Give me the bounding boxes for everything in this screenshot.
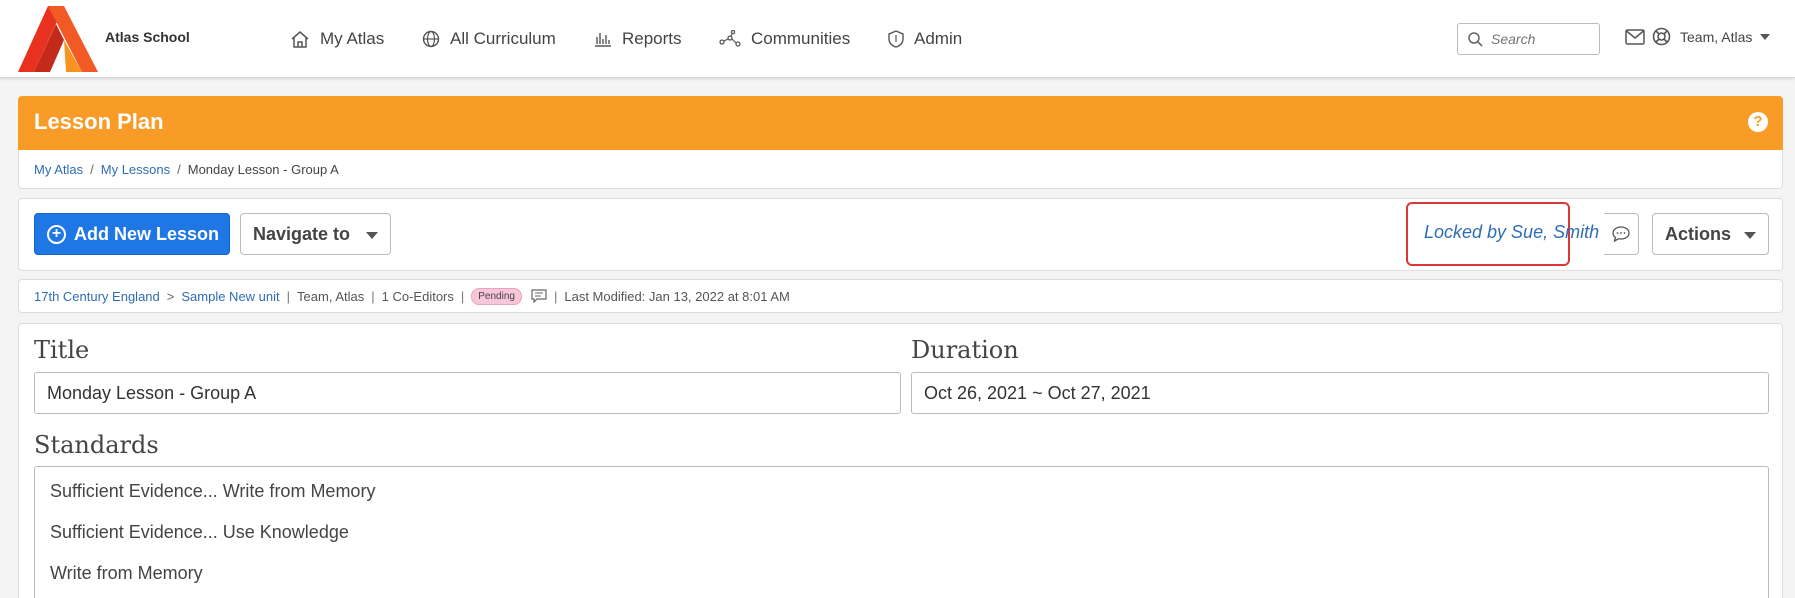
nav-reports[interactable]: Reports: [594, 26, 682, 52]
title-input[interactable]: [34, 372, 901, 414]
nav-label: All Curriculum: [450, 29, 556, 48]
network-icon: [719, 30, 741, 47]
page-title: Lesson Plan: [34, 109, 164, 134]
home-icon: [291, 31, 309, 48]
top-navigation: Atlas School My Atlas All Curriculum Rep…: [0, 0, 1795, 78]
breadcrumb: My Atlas / My Lessons / Monday Lesson - …: [18, 150, 1783, 189]
nav-admin[interactable]: Admin: [888, 26, 962, 52]
shield-icon: [888, 30, 904, 48]
add-new-lesson-label: Add New Lesson: [74, 223, 220, 244]
mail-icon[interactable]: [1625, 29, 1645, 45]
navigate-to-label: Navigate to: [253, 223, 351, 244]
standard-item: Sufficient Evidence... Use Knowledge: [50, 522, 349, 542]
chevron-down-icon: [366, 232, 378, 239]
school-name: Atlas School: [105, 29, 190, 45]
status-badge: Pending: [471, 287, 522, 305]
locked-status: Locked by Sue, Smith: [1424, 222, 1600, 242]
breadcrumb-my-atlas[interactable]: My Atlas: [34, 162, 83, 177]
standards-label: Standards: [34, 431, 159, 459]
comment-icon: [1612, 226, 1630, 243]
search-box[interactable]: [1457, 23, 1600, 55]
nav-all-curriculum[interactable]: All Curriculum: [422, 26, 556, 52]
pipe-divider: |: [553, 288, 558, 304]
unit-path-course[interactable]: 17th Century England: [34, 289, 160, 304]
pipe-divider: |: [371, 288, 375, 304]
title-label: Title: [34, 336, 90, 364]
actions-label: Actions: [1665, 223, 1732, 244]
nav-communities[interactable]: Communities: [719, 26, 850, 52]
lesson-meta-bar: 17th Century England > Sample New unit |…: [18, 279, 1783, 313]
standards-list[interactable]: Sufficient Evidence... Write from Memory…: [34, 466, 1769, 598]
lesson-toolbar: + Add New Lesson Navigate to Locked by S…: [18, 198, 1783, 271]
user-menu[interactable]: Team, Atlas: [1652, 27, 1771, 46]
breadcrumb-current: Monday Lesson - Group A: [187, 161, 339, 177]
nav-label: Admin: [914, 29, 963, 48]
path-separator: >: [166, 288, 175, 304]
lesson-form: Title Duration Standards Sufficient Evid…: [18, 323, 1783, 598]
unit-path-unit[interactable]: Sample New unit: [181, 289, 279, 304]
co-editors-link[interactable]: 1 Co-Editors: [382, 289, 454, 304]
nav-label: My Atlas: [320, 29, 385, 48]
nav-my-atlas[interactable]: My Atlas: [290, 26, 384, 52]
nav-label: Communities: [751, 29, 851, 48]
lifebuoy-icon: [1652, 27, 1671, 46]
duration-label: Duration: [911, 336, 1019, 364]
plus-circle-icon: +: [47, 224, 66, 244]
standard-item: Write from Memory: [50, 563, 203, 583]
nav-label: Reports: [622, 29, 682, 48]
chevron-down-icon: [1760, 33, 1771, 40]
navigate-to-button[interactable]: Navigate to: [240, 213, 391, 255]
user-name: Team, Atlas: [1680, 28, 1753, 45]
pipe-divider: |: [460, 288, 465, 304]
breadcrumb-separator: /: [177, 161, 181, 177]
comment-icon[interactable]: [531, 289, 547, 303]
comment-button[interactable]: [1604, 213, 1639, 255]
actions-button[interactable]: Actions: [1652, 213, 1769, 255]
help-icon[interactable]: ?: [1748, 112, 1768, 132]
last-modified: Last Modified: Jan 13, 2022 at 8:01 AM: [564, 288, 790, 304]
search-input[interactable]: [1491, 31, 1591, 47]
search-icon: [1468, 31, 1483, 47]
breadcrumb-my-lessons[interactable]: My Lessons: [101, 162, 170, 177]
standard-item: Sufficient Evidence... Write from Memory: [50, 481, 376, 501]
globe-icon: [422, 30, 440, 48]
add-new-lesson-button[interactable]: + Add New Lesson: [34, 213, 230, 255]
atlas-logo[interactable]: [18, 6, 98, 72]
breadcrumb-separator: /: [90, 161, 94, 177]
lesson-owner: Team, Atlas: [297, 288, 365, 304]
pipe-divider: |: [286, 288, 291, 304]
lesson-plan-header: Lesson Plan ?: [18, 96, 1783, 150]
duration-input[interactable]: [911, 372, 1769, 414]
chevron-down-icon: [1744, 232, 1756, 239]
bar-chart-icon: [595, 33, 611, 47]
